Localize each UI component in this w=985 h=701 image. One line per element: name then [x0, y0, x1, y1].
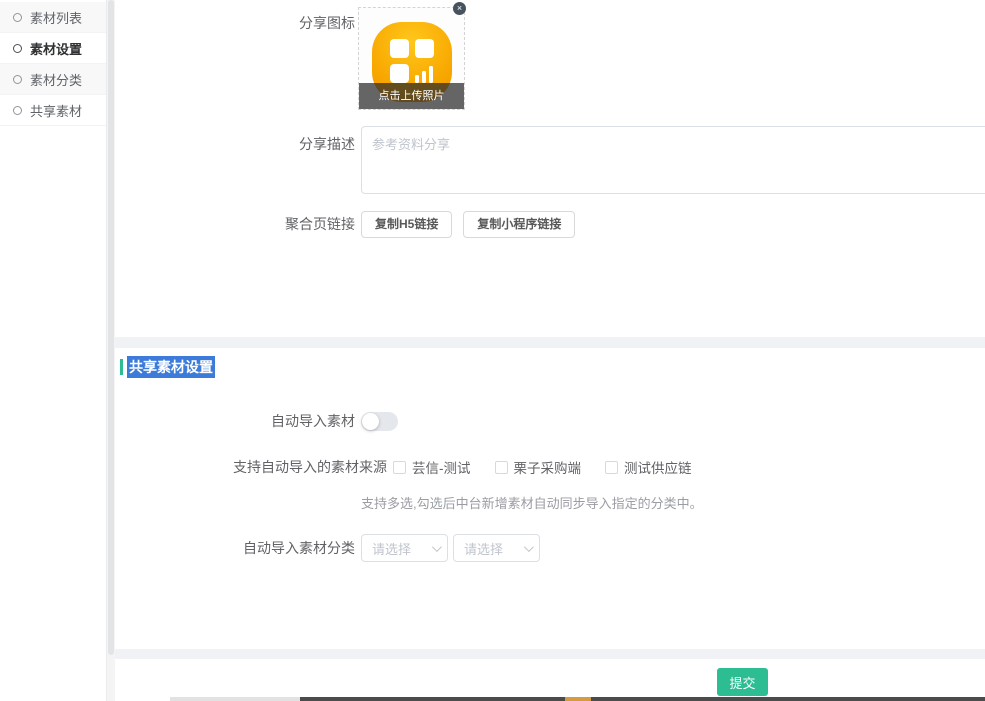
sidebar-item-label: 素材设置	[30, 39, 82, 58]
checkbox-source-yunxin-test[interactable]: 芸信-测试	[393, 457, 471, 477]
share-description-input[interactable]: 参考资料分享	[361, 126, 985, 194]
category-select-level1[interactable]: 请选择	[361, 534, 448, 562]
radio-circle-icon	[13, 75, 22, 84]
vertical-scrollbar-thumb[interactable]	[108, 0, 114, 655]
radio-circle-icon	[13, 13, 22, 22]
import-sources-row: 支持自动导入的素材来源 芸信-测试 栗子采购端 测试供应链	[115, 457, 985, 477]
auto-import-row: 自动导入素材	[115, 411, 985, 431]
import-category-row: 自动导入素材分类 请选择 请选择	[115, 534, 985, 562]
horizontal-scrollbar-accent	[565, 697, 591, 701]
checkbox-icon[interactable]	[393, 461, 406, 474]
sidebar-item-shared-material[interactable]: 共享素材	[0, 95, 106, 126]
share-description-row: 分享描述 参考资料分享	[115, 126, 985, 194]
main-content: 分享图标 点击上传照片 × 分享描述 参考资料分享 聚合页链接 复制H5链接 复…	[115, 0, 985, 701]
page: 素材列表 素材设置 素材分类 共享素材 分享图标	[0, 0, 985, 701]
checkbox-source-lizi-procurement[interactable]: 栗子采购端	[495, 457, 582, 477]
upload-overlay-label[interactable]: 点击上传照片	[359, 83, 464, 109]
import-sources-hint: 支持多选,勾选后中台新增素材自动同步导入指定的分类中。	[361, 493, 703, 512]
aggregate-link-label: 聚合页链接	[115, 211, 355, 238]
checkbox-source-test-supply-chain[interactable]: 测试供应链	[605, 457, 692, 477]
checkbox-label: 测试供应链	[624, 457, 692, 477]
radio-circle-icon	[13, 44, 22, 53]
footer-divider	[115, 649, 985, 659]
checkbox-icon[interactable]	[605, 461, 618, 474]
category-select-level2[interactable]: 请选择	[453, 534, 540, 562]
share-icon-row: 分享图标 点击上传照片 ×	[115, 7, 985, 110]
chevron-down-icon	[524, 542, 534, 552]
share-icon-label: 分享图标	[115, 7, 355, 33]
aggregate-link-row: 聚合页链接 复制H5链接 复制小程序链接	[115, 211, 985, 238]
checkbox-icon[interactable]	[495, 461, 508, 474]
section-accent-bar	[120, 359, 123, 375]
section-divider	[115, 337, 985, 348]
sidebar-item-label: 素材分类	[30, 70, 82, 89]
import-category-label: 自动导入素材分类	[115, 534, 355, 562]
horizontal-scrollbar-thumb[interactable]	[300, 697, 985, 701]
select-placeholder: 请选择	[464, 539, 503, 558]
radio-circle-icon	[13, 106, 22, 115]
toggle-knob	[362, 413, 379, 430]
sidebar-item-material-category[interactable]: 素材分类	[0, 64, 106, 95]
submit-button[interactable]: 提交	[717, 668, 768, 696]
checkbox-label: 栗子采购端	[514, 457, 582, 477]
copy-h5-link-button[interactable]: 复制H5链接	[361, 211, 452, 238]
sidebar-item-material-list[interactable]: 素材列表	[0, 2, 106, 33]
icon-upload-box[interactable]: 点击上传照片 ×	[358, 7, 465, 110]
vertical-scrollbar[interactable]	[107, 0, 115, 701]
sidebar-item-material-settings[interactable]: 素材设置	[0, 33, 106, 64]
sidebar-item-label: 共享素材	[30, 101, 82, 120]
share-description-label: 分享描述	[115, 126, 355, 154]
close-icon[interactable]: ×	[453, 2, 466, 15]
sidebar-item-label: 素材列表	[30, 8, 82, 27]
select-placeholder: 请选择	[372, 539, 411, 558]
checkbox-label: 芸信-测试	[412, 457, 471, 477]
auto-import-label: 自动导入素材	[115, 411, 355, 431]
grid-chart-icon	[390, 39, 434, 83]
copy-miniprogram-link-button[interactable]: 复制小程序链接	[463, 211, 575, 238]
auto-import-toggle[interactable]	[361, 412, 398, 431]
chevron-down-icon	[432, 542, 442, 552]
import-sources-label: 支持自动导入的素材来源	[115, 458, 387, 476]
sidebar: 素材列表 素材设置 素材分类 共享素材	[0, 0, 107, 701]
shared-material-settings-header: 共享素材设置	[120, 357, 215, 376]
section-title: 共享素材设置	[127, 356, 215, 378]
